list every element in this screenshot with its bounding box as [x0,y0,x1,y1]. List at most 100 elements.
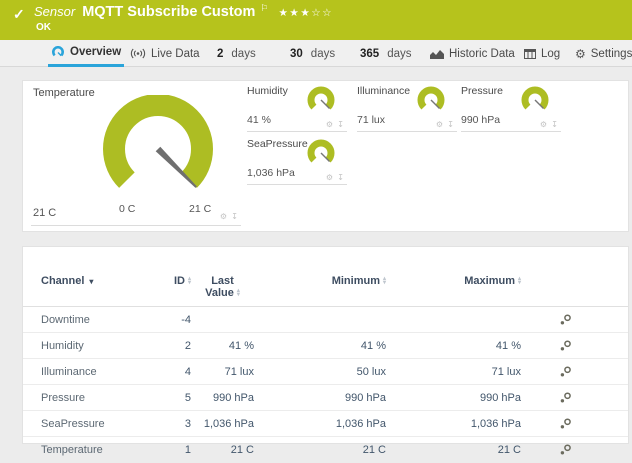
channel-minimum: 21 C [254,444,386,456]
tab-overview[interactable]: Overview [48,40,124,67]
channel-name: Temperature [23,444,146,456]
channel-last-value: 41 % [191,340,254,352]
channel-name: Pressure [23,392,146,404]
gauge-illuminance: Illuminance 71 lux ⚙ ↧ [357,85,457,132]
channel-settings-icon[interactable] [560,418,572,429]
channel-settings-icon[interactable] [560,340,572,351]
channel-last-value: 71 lux [191,366,254,378]
tab-2-days[interactable]: 2 days [214,40,259,67]
table-row-humidity: Humidity 2 41 % 41 % 41 % [23,333,628,359]
tab-settings[interactable]: ⚙ Settings [572,40,632,67]
gauges-panel: Temperature 0 C 21 C 21 C ⚙ ↧ Humidity 4… [22,80,629,232]
channel-name: SeaPressure [23,418,146,430]
channel-settings-icon[interactable] [560,392,572,403]
temperature-gauge-dial [93,95,223,203]
tab-live-data[interactable]: Live Data [127,40,203,67]
humidity-gauge-dial [302,86,340,120]
seapressure-gauge-dial [302,139,340,173]
sensor-header: ✓ Sensor MQTT Subscribe Custom ⚐ ★★★☆☆ O… [0,0,632,40]
gauge-seapressure: SeaPressure 1,036 hPa ⚙ ↧ [247,138,347,185]
gauge-title: Humidity [247,85,288,97]
column-label: Value [205,287,234,299]
gauge-pin-icon[interactable]: ↧ [231,212,239,221]
gauge-pin-icon[interactable]: ↧ [337,173,345,182]
channel-minimum: 990 hPa [254,392,386,404]
tab-30-days[interactable]: 30 days [287,40,338,67]
table-row-seapressure: SeaPressure 3 1,036 hPa 1,036 hPa 1,036 … [23,411,628,437]
gauge-gear-icon[interactable]: ⚙ [326,173,334,182]
gauge-gear-icon[interactable]: ⚙ [436,120,444,129]
tab-365-days[interactable]: 365 days [357,40,414,67]
channel-minimum: 1,036 hPa [254,418,386,430]
flag-icon[interactable]: ⚐ [260,3,268,14]
gauge-current-value: 41 % [247,114,271,126]
table-row-pressure: Pressure 5 990 hPa 990 hPa 990 hPa [23,385,628,411]
gauge-title: Illuminance [357,85,410,97]
column-label: Channel [41,275,84,287]
sort-icon: ▴▾ [518,277,521,286]
broadcast-icon [130,48,146,59]
tab-label: Live Data [151,48,200,60]
gauge-pressure: Pressure 990 hPa ⚙ ↧ [461,85,561,132]
channel-minimum: 50 lux [254,366,386,378]
channel-maximum: 21 C [386,444,521,456]
gauge-current-value: 990 hPa [461,114,500,126]
tab-label-unit: days [387,48,411,60]
column-label: Maximum [464,275,515,287]
pressure-gauge-dial [516,86,554,120]
gauge-pin-icon[interactable]: ↧ [337,120,345,129]
page-title: MQTT Subscribe Custom [82,4,255,20]
priority-stars[interactable]: ★★★☆☆ [279,7,334,19]
channel-id: 5 [146,392,191,404]
tab-label: Historic Data [449,48,515,60]
gauge-gear-icon[interactable]: ⚙ [220,212,228,221]
sensor-kind-label: Sensor [34,4,75,19]
tab-historic-data[interactable]: Historic Data [427,40,518,67]
channel-name: Downtime [23,314,146,326]
gauge-icon [51,46,65,58]
column-label: Last [211,275,234,287]
column-header-channel[interactable]: Channel ▾ [23,275,146,287]
gauge-temperature: Temperature 0 C 21 C 21 C ⚙ ↧ [31,85,241,226]
gauge-gear-icon[interactable]: ⚙ [326,120,334,129]
tab-log[interactable]: Log [521,40,563,67]
gauge-title: SeaPressure [247,138,308,150]
column-header-last-value[interactable]: Last Value ▴▾ [191,275,254,299]
channel-name: Humidity [23,340,146,352]
tab-label: Overview [70,46,121,58]
channel-last-value: 1,036 hPa [191,418,254,430]
channel-maximum: 990 hPa [386,392,521,404]
channel-id: 3 [146,418,191,430]
table-row-downtime: Downtime -4 [23,307,628,333]
channel-minimum: 41 % [254,340,386,352]
tab-label: Log [541,48,560,60]
chevron-down-icon: ▾ [89,277,93,286]
gauge-scale-max: 21 C [189,203,211,215]
channel-id: -4 [146,314,191,326]
tab-label-unit: days [231,48,255,60]
channel-settings-icon[interactable] [560,444,572,455]
column-header-id[interactable]: ID ▴▾ [146,275,191,287]
channel-settings-icon[interactable] [560,314,572,325]
channel-last-value: 990 hPa [191,392,254,404]
illuminance-gauge-dial [412,86,450,120]
column-header-maximum[interactable]: Maximum ▴▾ [386,275,521,287]
channel-table-header: Channel ▾ ID ▴▾ Last Value ▴▾ Minimum ▴▾ [23,275,628,307]
gauge-current-value: 21 C [33,207,56,219]
column-header-minimum[interactable]: Minimum ▴▾ [254,275,386,287]
tab-label-number: 365 [360,48,379,60]
gauge-title: Temperature [33,87,95,99]
gauge-pin-icon[interactable]: ↧ [551,120,559,129]
channel-maximum: 1,036 hPa [386,418,521,430]
table-row-temperature: Temperature 1 21 C 21 C 21 C [23,437,628,463]
table-icon [524,49,536,59]
channel-settings-icon[interactable] [560,366,572,377]
gauge-current-value: 1,036 hPa [247,167,295,179]
gauge-title: Pressure [461,85,503,97]
gauge-current-value: 71 lux [357,114,385,126]
tab-label-number: 2 [217,48,223,60]
gauge-pin-icon[interactable]: ↧ [447,120,455,129]
gauge-gear-icon[interactable]: ⚙ [540,120,548,129]
sort-icon: ▴▾ [237,289,240,298]
tab-label-number: 30 [290,48,303,60]
